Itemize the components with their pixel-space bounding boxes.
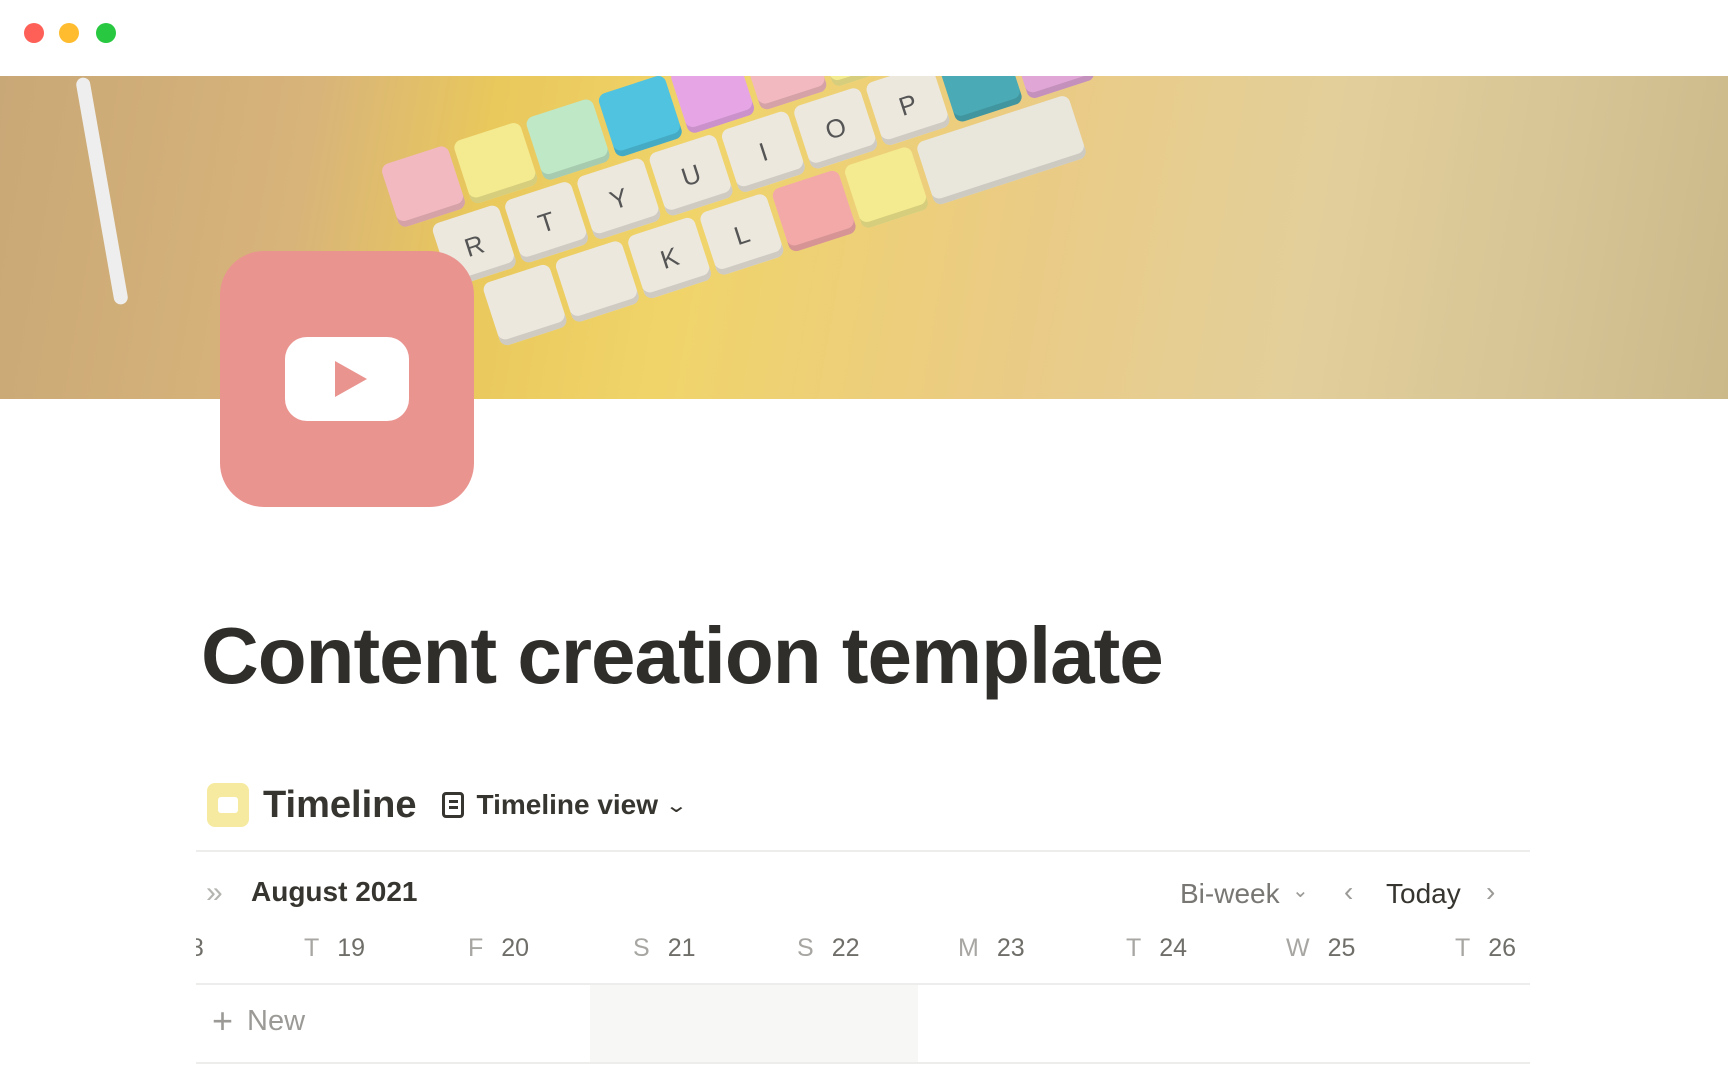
- youtube-play-icon: [285, 337, 409, 421]
- chevron-left-icon[interactable]: ‹: [1344, 876, 1353, 908]
- day-column-header: 18: [196, 934, 204, 962]
- new-item-button[interactable]: + New: [212, 1000, 305, 1042]
- day-column-header: T 26: [1455, 934, 1517, 962]
- minimize-window-button[interactable]: [59, 23, 79, 43]
- day-column-header: W 25: [1286, 934, 1356, 962]
- weekend-shading: [590, 985, 918, 1062]
- divider: [196, 850, 1530, 852]
- chevron-down-icon: ⌄: [664, 794, 689, 817]
- range-selector[interactable]: Bi-week: [1180, 878, 1280, 910]
- maximize-window-button[interactable]: [96, 23, 116, 43]
- calendar-icon: [207, 783, 249, 827]
- timeline-day-header: 18 T19 F20 S21 S22 M23 T24 W25 T26: [196, 932, 1530, 968]
- page-icon[interactable]: [220, 251, 474, 507]
- day-column-header: S 22: [797, 934, 860, 962]
- timeline-view-icon: [442, 792, 465, 818]
- divider: [196, 1062, 1530, 1064]
- day-column-header: T 24: [1126, 934, 1188, 962]
- expand-icon[interactable]: »: [206, 876, 223, 910]
- view-name: Timeline view: [476, 789, 659, 820]
- plus-icon: +: [212, 1000, 234, 1041]
- keyboard-illustration: RTYUIOP KL: [380, 76, 1385, 399]
- window-titlebar: [0, 0, 1728, 76]
- view-selector[interactable]: Timeline view ⌄: [442, 789, 688, 821]
- current-month: August 2021: [251, 876, 418, 907]
- day-column-header: S 21: [633, 934, 696, 962]
- today-button[interactable]: Today: [1386, 878, 1461, 910]
- close-window-button[interactable]: [24, 23, 44, 43]
- chevron-down-icon[interactable]: ⌄: [1292, 878, 1309, 903]
- database-title[interactable]: Timeline: [263, 784, 416, 827]
- day-column-header: M 23: [958, 934, 1025, 962]
- chevron-right-icon[interactable]: ›: [1486, 876, 1495, 908]
- database-header: Timeline Timeline view ⌄: [207, 782, 688, 828]
- timeline-toolbar: » August 2021 Bi-week ⌄ ‹ Today ›: [206, 874, 1506, 914]
- new-label: New: [247, 1004, 306, 1037]
- day-column-header: F 20: [468, 934, 530, 962]
- day-column-header: T 19: [304, 934, 366, 962]
- page-title[interactable]: Content creation template: [201, 610, 1164, 702]
- cable-decoration: [75, 76, 129, 306]
